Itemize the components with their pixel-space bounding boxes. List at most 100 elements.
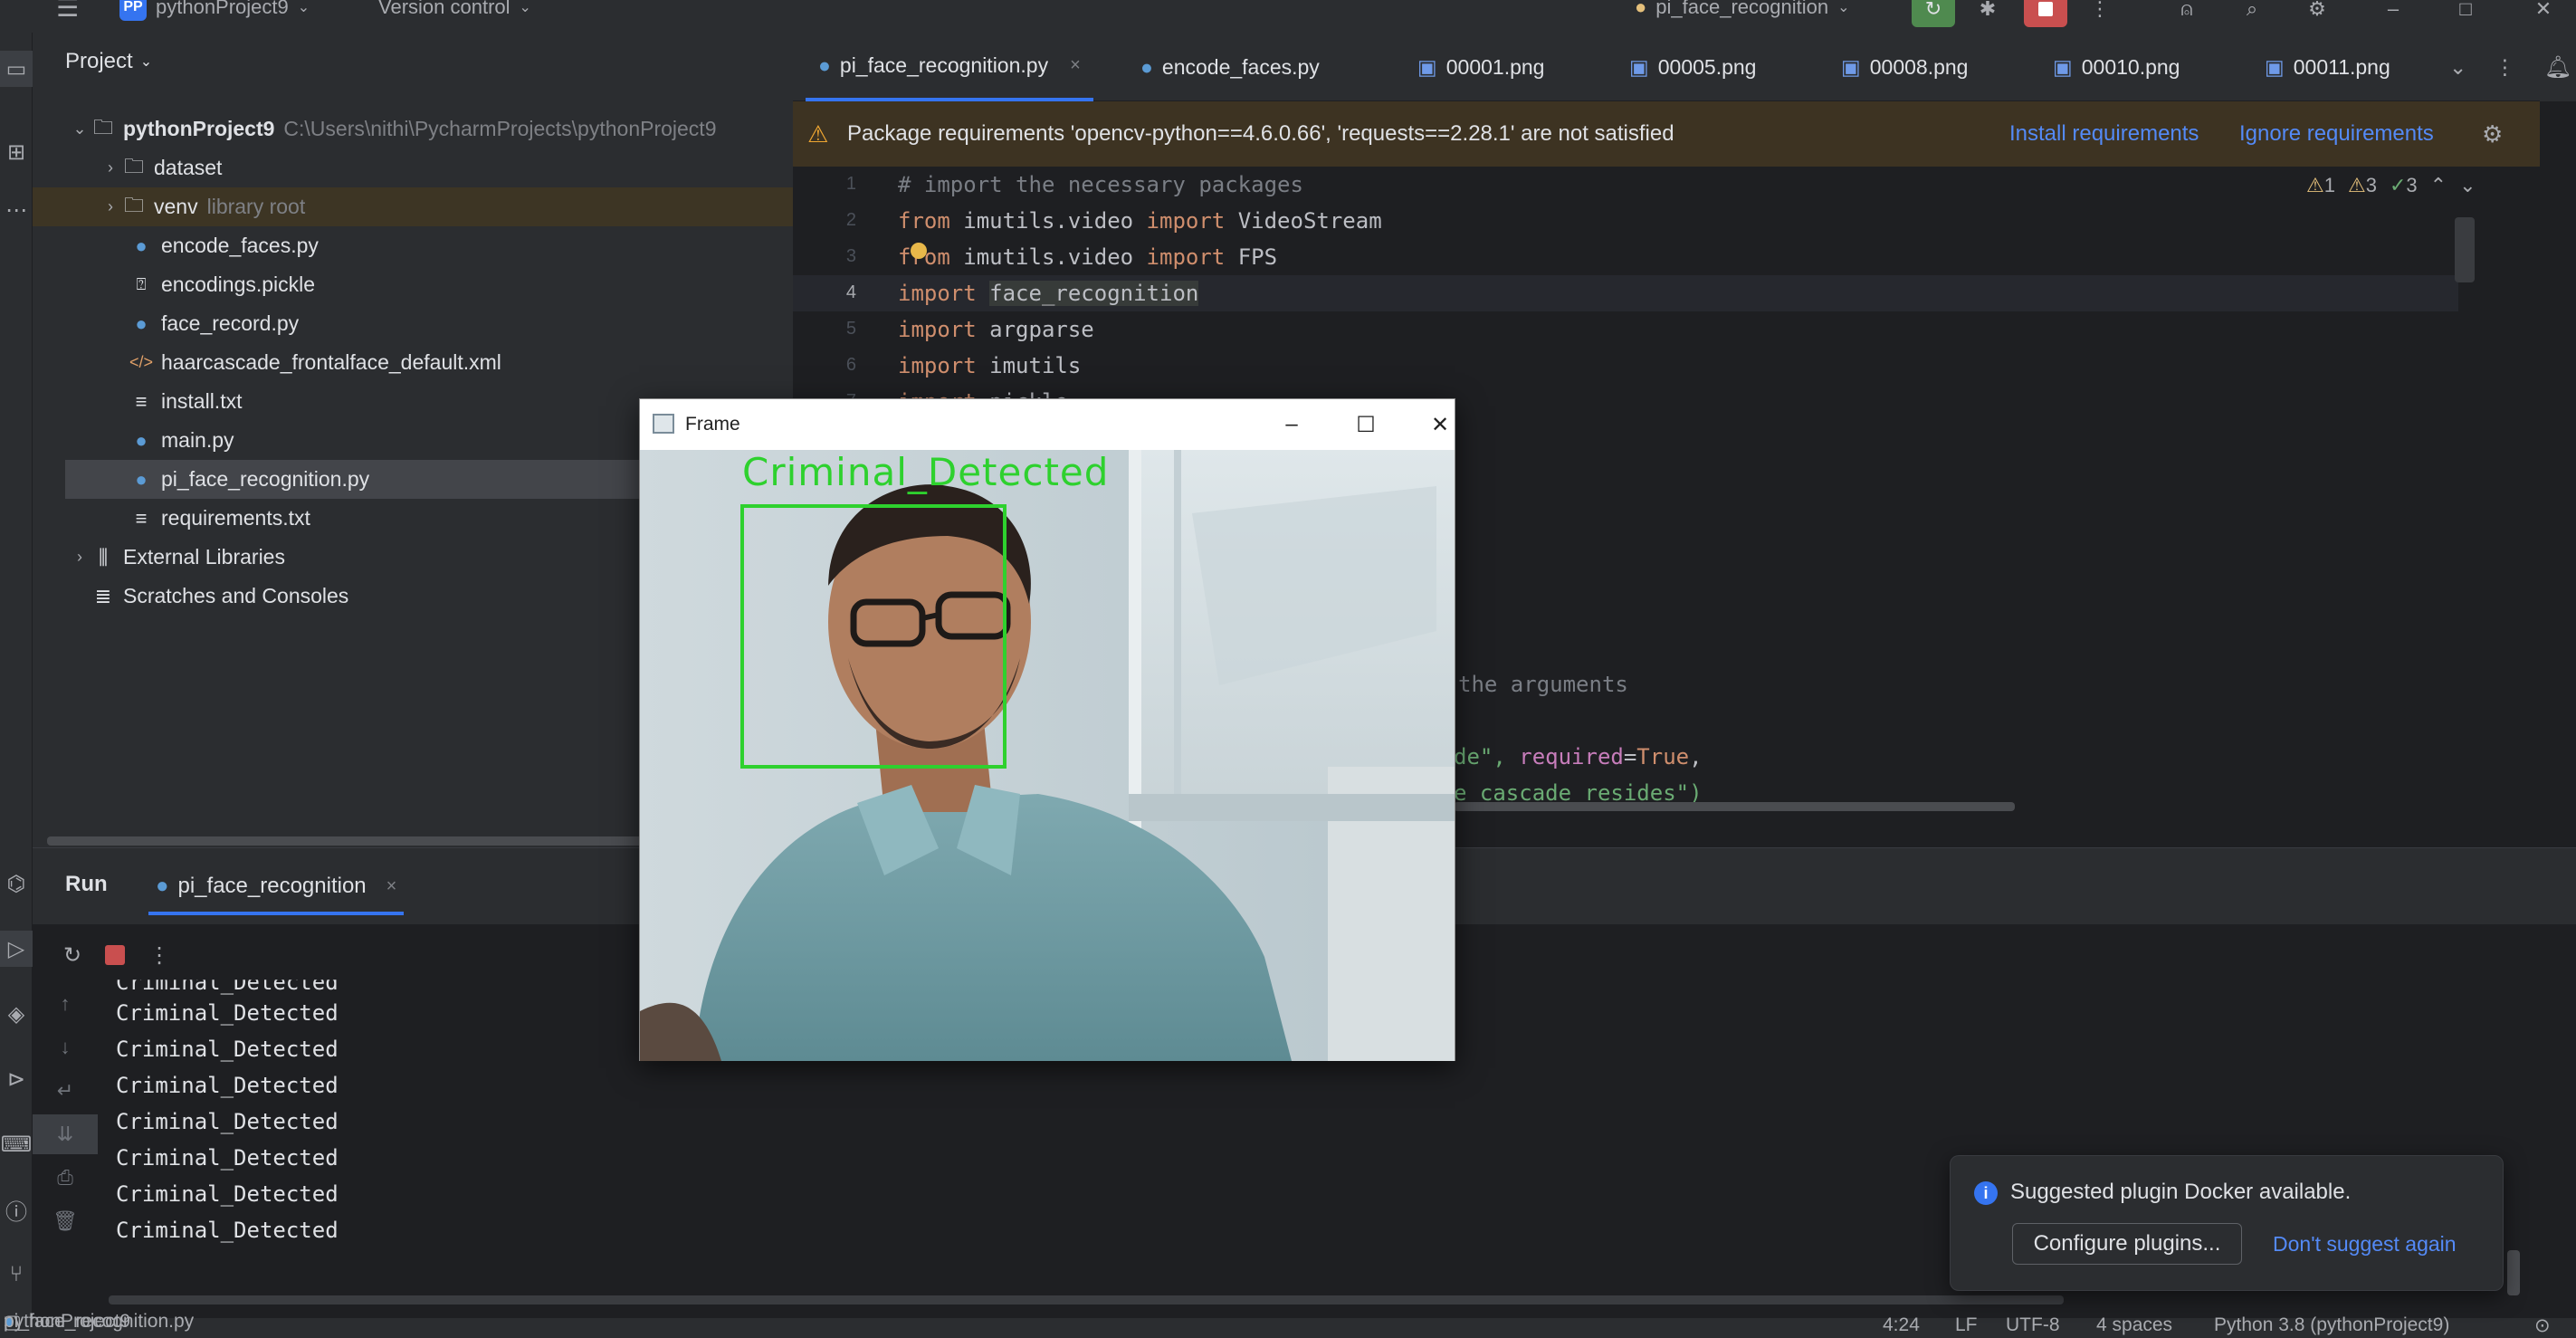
frame-titlebar[interactable]: Frame – ☐ ✕	[640, 399, 1455, 450]
file-encoding[interactable]: UTF-8	[2006, 1314, 2060, 1336]
clear-button[interactable]: 🗑︎	[33, 1201, 98, 1241]
caret-position[interactable]: 4:24	[1883, 1314, 1920, 1336]
python-file-icon: ●	[135, 428, 148, 452]
close-icon[interactable]: ×	[1070, 55, 1081, 76]
tree-item-face-record[interactable]: ● face_record.py	[33, 304, 793, 343]
main-menu-button[interactable]: ☰	[56, 0, 79, 24]
tree-item-encode-faces[interactable]: ● encode_faces.py	[33, 226, 793, 265]
layers-tool-button[interactable]: ◈	[0, 996, 33, 1032]
run-tab[interactable]: ● pi_face_recognition ×	[148, 861, 405, 915]
code-fragment-args: de", required=True,	[1454, 744, 1703, 769]
chevron-down-icon[interactable]: ⌄	[2459, 174, 2476, 197]
close-button[interactable]: ✕	[2522, 0, 2565, 27]
structure-tool-button[interactable]: ⊞	[0, 134, 33, 170]
run-toolbar: ↻ ⋮	[63, 935, 425, 975]
tabs-overflow-button[interactable]: ⌄	[2437, 33, 2479, 101]
tool-window-bar: ▭ ⊞ ⋯ ⌬ ▷ ◈ ⊳ ⌨ ⓘ ⑂	[0, 33, 33, 1318]
line-separator[interactable]: LF	[1955, 1314, 1978, 1336]
chevron-down-icon: ⌄	[2449, 54, 2467, 79]
stop-icon[interactable]	[105, 945, 126, 965]
scroll-to-end-button[interactable]: ⇊	[33, 1114, 98, 1154]
name: argparse	[976, 317, 1094, 342]
run-tool-button[interactable]: ▷	[0, 931, 33, 967]
tab-00005[interactable]: ▣ 00005.png	[1617, 33, 1769, 101]
run-config-selector[interactable]: ● pi_face_recognition ⌄	[1635, 0, 1850, 24]
tab-00001[interactable]: ▣ 00001.png	[1405, 33, 1557, 101]
stop-button[interactable]	[2024, 0, 2067, 27]
lock-icon[interactable]: ⊙	[2534, 1314, 2551, 1337]
inspection-widget[interactable]: ⚠1 ⚠3 ✓3 ⌃ ⌄	[2306, 174, 2476, 197]
git-tool-button[interactable]: ⑂	[0, 1257, 33, 1293]
tree-root[interactable]: ⌄ 🗀 pythonProject9 C:\Users\nithi\Pychar…	[33, 110, 793, 148]
keyword: import	[1146, 244, 1226, 270]
console-vscrollbar[interactable]	[2507, 1250, 2520, 1295]
tree-item-haarcascade[interactable]: </> haarcascade_frontalface_default.xml	[33, 343, 793, 382]
project-hscrollbar[interactable]	[47, 836, 708, 846]
more-actions-button[interactable]: ⋮	[2078, 0, 2122, 27]
notifications-button[interactable]: 🔔︎	[2540, 33, 2576, 101]
ignore-requirements-link[interactable]: Ignore requirements	[2239, 121, 2434, 147]
rerun-button[interactable]: ↻	[1912, 0, 1955, 27]
more-tools-button[interactable]: ⋯	[0, 192, 33, 228]
tree-item-venv[interactable]: › 🗀 venv library root	[33, 187, 793, 226]
close-icon[interactable]: ×	[386, 876, 397, 897]
notification-message: Suggested plugin Docker available.	[2010, 1180, 2352, 1204]
tabs-more-button[interactable]: ⋮	[2482, 33, 2528, 101]
lightbulb-icon[interactable]	[911, 243, 927, 259]
tree-item-dataset[interactable]: › 🗀 dataset	[33, 148, 793, 187]
project-switcher[interactable]: PP pythonProject9 ⌄	[119, 0, 310, 24]
project-tool-button[interactable]: ▭	[0, 51, 33, 87]
close-icon: ✕	[2534, 0, 2552, 20]
frame-close-button[interactable]: ✕	[1413, 406, 1467, 443]
frame-minimize-button[interactable]: –	[1264, 406, 1319, 443]
scroll-down-button[interactable]: ↓	[33, 1027, 98, 1067]
soft-wrap-button[interactable]: ↵	[33, 1071, 98, 1111]
print-button[interactable]: ⎙	[33, 1158, 98, 1198]
configure-plugins-button[interactable]: Configure plugins...	[2012, 1223, 2242, 1265]
search-button[interactable]: ⌕	[2230, 0, 2274, 27]
services-tool-button[interactable]: ⊳	[0, 1061, 33, 1097]
debug-button[interactable]: ✱	[1966, 0, 2009, 27]
problems-tool-button[interactable]: ⓘ	[0, 1191, 33, 1228]
webcam-image	[640, 450, 1455, 1061]
terminal-tool-button[interactable]: ⌨	[0, 1126, 33, 1162]
tree-item-label: encode_faces.py	[161, 234, 319, 257]
indent-setting[interactable]: 4 spaces	[2096, 1314, 2172, 1336]
trash-icon: 🗑︎	[52, 1209, 78, 1232]
add-user-button[interactable]: ⍝	[2165, 0, 2209, 27]
vcs-label: Version control	[378, 0, 510, 18]
tab-pi-face-recognition[interactable]: ● pi_face_recognition.py ×	[806, 33, 1093, 101]
python-interpreter[interactable]: Python 3.8 (pythonProject9)	[2214, 1314, 2449, 1336]
tree-item-encodings[interactable]: ⍰ encodings.pickle	[33, 265, 793, 304]
chevron-up-icon[interactable]: ⌃	[2430, 174, 2447, 197]
frame-maximize-button[interactable]: ☐	[1339, 406, 1393, 443]
editor-hscrollbar[interactable]	[1454, 802, 2015, 811]
project-panel-header[interactable]: Project ⌄	[65, 49, 152, 74]
python-file-icon: ●	[818, 53, 831, 77]
editor-vscrollbar[interactable]	[2455, 217, 2475, 282]
code-line-5: import argparse	[898, 317, 1094, 342]
settings-button[interactable]: ⚙	[2295, 0, 2339, 27]
install-requirements-link[interactable]: Install requirements	[2009, 121, 2199, 147]
tab-encode-faces[interactable]: ● encode_faces.py	[1128, 33, 1332, 101]
more-vertical-icon[interactable]: ⋮	[148, 942, 170, 969]
python-packages-button[interactable]: ⌬	[0, 865, 33, 902]
arrow-up-icon: ↑	[60, 992, 71, 1015]
minimize-button[interactable]: –	[2371, 0, 2415, 27]
gear-icon[interactable]: ⚙	[2482, 120, 2503, 148]
tab-00011[interactable]: ▣ 00011.png	[2252, 33, 2403, 101]
tab-00008[interactable]: ▣ 00008.png	[1828, 33, 1980, 101]
rerun-icon[interactable]: ↻	[63, 942, 81, 969]
console-hscrollbar[interactable]	[109, 1295, 2064, 1305]
python-file-icon: ●	[1140, 54, 1153, 79]
maximize-button[interactable]: □	[2444, 0, 2487, 27]
scroll-up-button[interactable]: ↑	[33, 984, 98, 1024]
line-number: 3	[845, 246, 856, 266]
dont-suggest-link[interactable]: Don't suggest again	[2273, 1232, 2457, 1257]
line-number: 6	[845, 355, 856, 375]
tab-00010[interactable]: ▣ 00010.png	[2040, 33, 2192, 101]
vcs-menu[interactable]: Version control ⌄	[378, 0, 531, 24]
name: imutils	[976, 353, 1082, 378]
run-panel-title: Run	[65, 872, 108, 896]
folder-icon: 🗀	[123, 154, 144, 177]
